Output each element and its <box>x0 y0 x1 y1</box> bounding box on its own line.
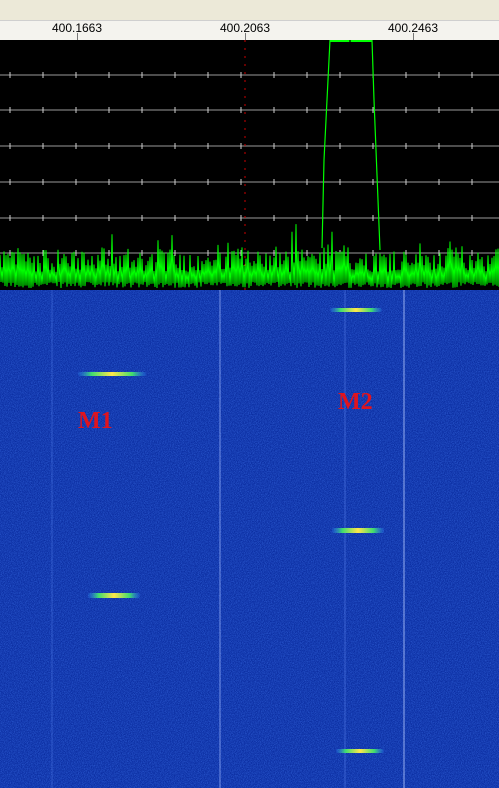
frequency-ruler[interactable]: 400.1663 400.2063 400.2463 <box>0 0 499 41</box>
marker-label-m1: M1 <box>78 408 113 434</box>
spectrum-trace <box>0 224 499 289</box>
ruler-tick <box>413 33 414 40</box>
sdr-spectrum-window: 400.1663 400.2063 400.2463 M1 M2 <box>0 0 499 788</box>
spectrum-display[interactable] <box>0 40 499 290</box>
ruler-tick <box>77 33 78 40</box>
m1-burst <box>88 593 140 598</box>
waterfall-plot <box>0 290 499 788</box>
spectrum-plot <box>0 40 499 290</box>
waterfall-display[interactable]: M1 M2 <box>0 290 499 788</box>
filter-center-notch <box>349 40 351 42</box>
marker-label-m2: M2 <box>338 389 373 415</box>
m1-burst <box>78 372 146 376</box>
spectrum-grid <box>0 74 499 254</box>
m2-burst <box>336 749 384 753</box>
m2-burst <box>332 528 384 533</box>
m2-burst <box>330 308 382 312</box>
ruler-tick <box>245 33 246 40</box>
spectrum-minor-ticks <box>9 72 473 256</box>
waterfall-noise <box>0 290 499 788</box>
ruler-top-band <box>0 0 499 20</box>
